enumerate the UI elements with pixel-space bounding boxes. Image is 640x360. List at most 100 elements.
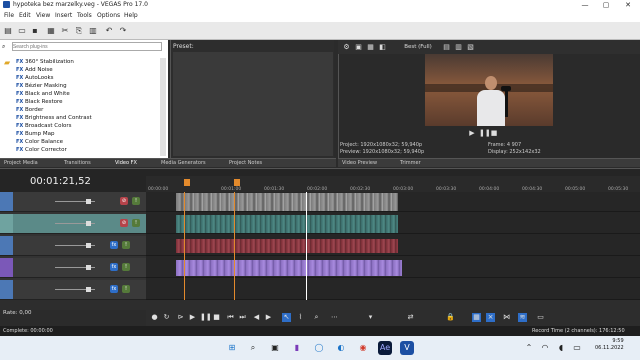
tab-media-generators[interactable]: Media Generators [161, 160, 206, 166]
task-view-icon[interactable]: ▣ [268, 341, 282, 355]
cortana-icon[interactable]: ◯ [312, 341, 326, 355]
snapshot-icon[interactable]: ▥ [454, 43, 463, 52]
paste-icon[interactable]: ▥ [88, 26, 98, 36]
gear-icon[interactable]: ⚙ [342, 43, 351, 52]
explorer-scrollbar[interactable] [160, 58, 166, 156]
network-icon[interactable]: ◠ [540, 341, 550, 355]
after-effects-icon[interactable]: Ae [378, 341, 392, 355]
list-item[interactable]: FX Border [16, 106, 166, 114]
auto-ripple-icon[interactable]: ⇄ [406, 313, 415, 322]
video-frame[interactable] [425, 54, 553, 126]
split-screen-icon[interactable]: ◧ [378, 43, 387, 52]
fx-icon[interactable]: ▦ [366, 43, 375, 52]
menu-help[interactable]: Help [124, 12, 138, 19]
stop-icon[interactable]: ■ [490, 129, 498, 138]
pause-icon[interactable]: ❚❚ [479, 129, 491, 138]
menu-options[interactable]: Options [97, 12, 120, 19]
track-header-audio-2[interactable]: fx ! [0, 258, 146, 278]
start-icon[interactable]: ⊞ [225, 341, 239, 355]
tab-project-notes[interactable]: Project Notes [229, 160, 262, 166]
track-lane-video-1[interactable] [146, 192, 640, 212]
cut-icon[interactable]: ✂ [60, 26, 70, 36]
select-icon[interactable]: ▭ [536, 313, 545, 322]
edge-icon[interactable]: ◐ [334, 341, 348, 355]
presets-list[interactable] [173, 52, 333, 156]
video-clip-group[interactable] [176, 239, 398, 253]
crossfade-icon[interactable]: ⨯ [486, 313, 495, 322]
tab-transitions[interactable]: Transitions [64, 160, 91, 166]
track-header-video-2[interactable]: fx ! [0, 236, 146, 256]
chevron-up-icon[interactable]: ⌃ [524, 341, 534, 355]
list-item[interactable]: FX Bézier Masking [16, 82, 166, 90]
tab-video-fx[interactable]: Video FX [115, 160, 137, 166]
save-icon[interactable]: ▪ [30, 26, 40, 36]
track-header-video-3[interactable]: fx ! [0, 280, 146, 300]
list-item[interactable]: FX 360° Stabilization [16, 58, 166, 66]
marker-icon[interactable]: ▾ [366, 313, 375, 322]
maximize-button[interactable]: ▢ [596, 0, 616, 10]
undo-icon[interactable]: ↶ [104, 26, 114, 36]
menu-view[interactable]: View [36, 12, 50, 19]
track-header-video-1[interactable]: ⊘ ! [0, 192, 146, 212]
scrub-icon[interactable]: ≋ [518, 313, 527, 322]
slider-knob[interactable] [86, 221, 91, 226]
audio-clip-group[interactable] [176, 215, 398, 233]
magnify-icon[interactable]: ⌕ [312, 313, 321, 322]
solo-icon[interactable]: ! [122, 285, 130, 293]
open-icon[interactable]: ▭ [17, 26, 27, 36]
grid-icon[interactable]: ▦ [472, 313, 481, 322]
list-item[interactable]: FX AutoLooks [16, 74, 166, 82]
edit-tool-icon[interactable]: ↖ [282, 313, 291, 322]
play-from-start-icon[interactable]: ⊳ [176, 313, 185, 322]
battery-icon[interactable]: ▭ [572, 341, 582, 355]
list-item[interactable]: FX Bump Map [16, 130, 166, 138]
solo-icon[interactable]: ! [132, 219, 140, 227]
vegas-taskbar-icon[interactable]: V [400, 341, 414, 355]
list-item[interactable]: FX Black Restore [16, 98, 166, 106]
close-button[interactable]: ✕ [618, 0, 638, 10]
folder-icon[interactable]: ▰ [4, 58, 14, 68]
solo-icon[interactable]: ! [132, 197, 140, 205]
copy-snapshot-icon[interactable]: ▧ [466, 43, 475, 52]
track-lane-video-2[interactable] [146, 236, 640, 256]
solo-icon[interactable]: ! [122, 241, 130, 249]
stop-icon[interactable]: ■ [212, 313, 221, 322]
list-item[interactable]: FX Broadcast Colors [16, 122, 166, 130]
list-item[interactable]: FX Black and White [16, 90, 166, 98]
envelope-tool-icon[interactable]: ⌇ [296, 313, 305, 322]
properties-icon[interactable]: ▦ [46, 26, 56, 36]
slider-knob[interactable] [86, 199, 91, 204]
track-lane-video-3[interactable] [146, 280, 640, 300]
solo-icon[interactable]: ! [122, 263, 130, 271]
new-icon[interactable]: ▤ [3, 26, 13, 36]
go-to-start-icon[interactable]: ⏮ [226, 313, 235, 322]
prev-frame-icon[interactable]: ◀ [252, 313, 261, 322]
external-monitor-icon[interactable]: ▣ [354, 43, 363, 52]
fx-icon[interactable]: fx [110, 241, 118, 249]
slider-knob[interactable] [86, 243, 91, 248]
search-icon[interactable]: ⌕ [246, 341, 260, 355]
tab-project-media[interactable]: Project Media [4, 160, 38, 166]
tab-trimmer[interactable]: Trimmer [400, 160, 421, 166]
list-item[interactable]: FX Add Noise [16, 66, 166, 74]
slider-knob[interactable] [86, 265, 91, 270]
list-item[interactable]: FX Brightness and Contrast [16, 114, 166, 122]
pause-icon[interactable]: ❚❚ [200, 313, 212, 322]
video-clip-group[interactable] [176, 193, 398, 211]
menu-insert[interactable]: Insert [55, 12, 72, 19]
lock-icon[interactable]: 🔒 [446, 313, 455, 322]
record-icon[interactable]: ● [150, 313, 159, 322]
overlays-icon[interactable]: ▤ [442, 43, 451, 52]
snap-icon[interactable]: ⋯ [330, 313, 339, 322]
play-icon[interactable]: ▶ [188, 313, 197, 322]
timeline-scrollbar[interactable] [0, 300, 640, 310]
mute-icon[interactable]: ⊘ [120, 197, 128, 205]
chrome-icon[interactable]: ◉ [356, 341, 370, 355]
auto-crossfade-icon[interactable]: ⋈ [502, 313, 511, 322]
tab-video-preview[interactable]: Video Preview [342, 160, 377, 166]
list-item[interactable]: FX Color Balance [16, 138, 166, 146]
go-to-end-icon[interactable]: ⏭ [238, 313, 247, 322]
preview-quality-select[interactable]: Best (Full) [398, 43, 438, 52]
slider-knob[interactable] [86, 287, 91, 292]
marker-1[interactable] [184, 179, 190, 186]
